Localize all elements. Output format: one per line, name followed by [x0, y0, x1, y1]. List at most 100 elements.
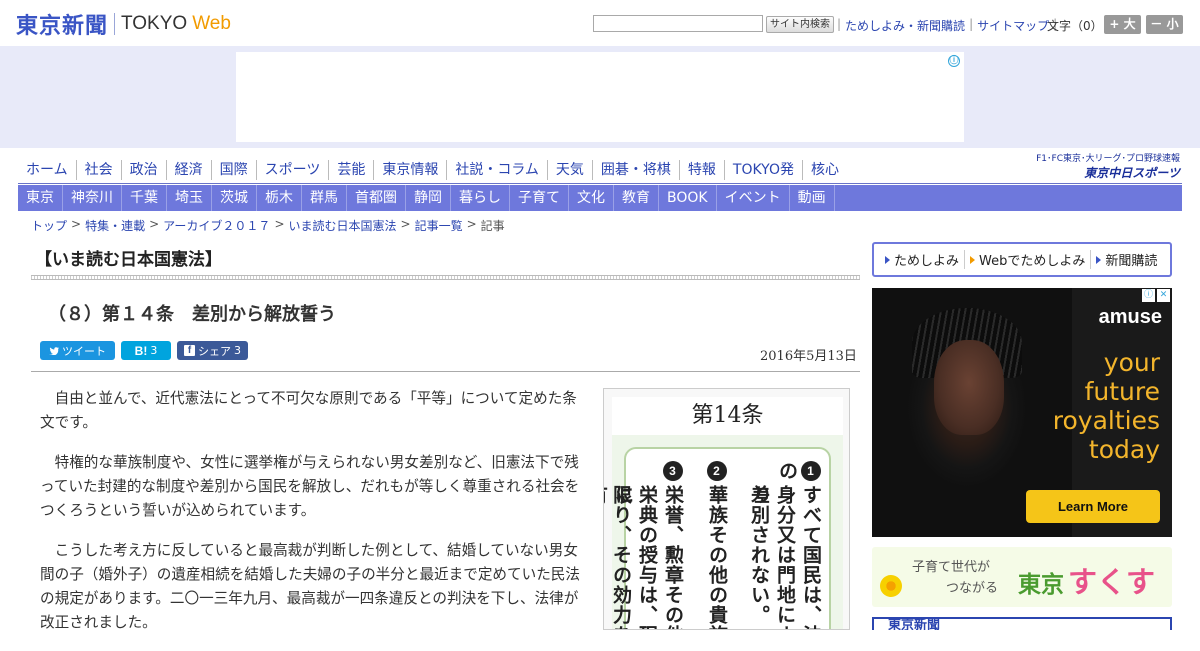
search-input[interactable] — [593, 15, 763, 32]
top-ad-banner[interactable]: ⓘ — [236, 52, 964, 142]
breadcrumb-separator: > — [274, 217, 285, 231]
site-search-button[interactable]: サイト内検索 — [766, 16, 834, 33]
breadcrumb-top[interactable]: トップ — [31, 217, 67, 234]
arrow-right-icon — [970, 255, 976, 264]
chunichi-sports-promo[interactable]: F1･FC東京･大リーグ･プロ野球速報 東京中日スポーツ — [1025, 153, 1180, 181]
share-count: 3 — [234, 344, 241, 357]
trial-reading-link[interactable]: ためしよみ — [880, 250, 964, 269]
sukusuku-tagline-1: 子育て世代が — [912, 560, 991, 575]
article-title: （８）第１４条 差別から解放誓う — [48, 304, 336, 325]
facebook-icon: f — [184, 345, 195, 356]
image-column-3a: 3 栄誉、勲章その他 — [661, 461, 685, 630]
breadcrumb-features[interactable]: 特集・連載 — [85, 217, 145, 234]
ad-close-icon[interactable]: ✕ — [1157, 289, 1170, 302]
article-paragraph: 特権的な華族制度や、女性に選挙権が与えられない男女差別など、旧憲法下で残っていた… — [40, 454, 580, 519]
hatena-bookmark-button[interactable]: B! 3 — [121, 341, 171, 360]
trial-reading-label: ためしよみ — [894, 254, 960, 269]
ad-choices[interactable]: ⓘ ✕ — [1142, 289, 1170, 302]
ad-info-icon[interactable]: ⓘ — [1142, 289, 1155, 302]
gnav-item-tokyo-info[interactable]: 東京情報 — [373, 160, 446, 180]
font-smaller-button[interactable]: － 小 — [1146, 15, 1183, 34]
article-paragraph: 自由と並んで、近代憲法にとって不可欠な原則である「平等」について定めた条文です。 — [40, 390, 577, 431]
gnav-item-home[interactable]: ホーム — [18, 160, 76, 180]
sukusuku-banner[interactable]: 子育て世代が つながる 東京 すくすく — [872, 547, 1172, 607]
web-trial-reading-link[interactable]: Webでためしよみ — [964, 250, 1090, 269]
image-text: 栄誉、勲章その他 — [662, 485, 684, 630]
promo-title: 東京中日スポーツ — [1084, 166, 1180, 180]
arrow-right-icon — [1096, 255, 1102, 264]
breadcrumb-separator: > — [400, 217, 411, 231]
image-clause-badge: 2 — [707, 461, 727, 481]
image-text: 限り、その効力を有 — [604, 485, 632, 629]
subscribe-link[interactable]: 新聞購読 — [1090, 250, 1162, 269]
sidebar-ad[interactable]: ⓘ ✕ amuse your future royalties today Le… — [872, 288, 1172, 537]
tokyo-shimbun-banner[interactable]: 東京新聞 — [872, 617, 1172, 630]
facebook-share-button[interactable]: f シェア 3 — [177, 341, 248, 360]
gnav-item-entertainment[interactable]: 芸能 — [328, 160, 373, 180]
breadcrumb-separator: > — [466, 217, 477, 231]
rnav-item-kanagawa[interactable]: 神奈川 — [63, 185, 122, 211]
article-date: 2016年5月13日 — [760, 349, 857, 364]
rnav-item-ibaraki[interactable]: 茨城 — [212, 185, 257, 211]
rnav-item-parenting[interactable]: 子育て — [510, 185, 569, 211]
regional-nav: 東京 神奈川 千葉 埼玉 茨城 栃木 群馬 首都圏 静岡 暮らし 子育て 文化 … — [18, 185, 1182, 211]
gnav-item-sports[interactable]: スポーツ — [255, 160, 329, 180]
series-title: 【いま読む日本国憲法】 — [35, 250, 222, 270]
rnav-item-shutoken[interactable]: 首都圏 — [347, 185, 406, 211]
gnav-item-economy[interactable]: 経済 — [165, 160, 211, 180]
promo-caption: F1･FC東京･大リーグ･プロ野球速報 — [1036, 154, 1180, 164]
nav-divider — [18, 183, 1182, 184]
sitemap-link[interactable]: サイトマップ — [977, 17, 1049, 34]
gnav-item-core[interactable]: 核心 — [801, 160, 847, 180]
header-links: | ためしよみ・新聞購読 | サイトマップ | — [833, 17, 1061, 34]
breadcrumb: トップ > 特集・連載 > アーカイブ２０１７ > いま読む日本国憲法 > 記事… — [31, 217, 505, 234]
gnav-item-international[interactable]: 国際 — [210, 160, 256, 180]
trial-subscribe-link[interactable]: ためしよみ・新聞購読 — [845, 17, 965, 34]
article-image-inner: 第14条 1すべて国民は、法の 身分又は門地により 差別されない。 2華族その他… — [604, 397, 843, 630]
image-text: 差別されない。 — [748, 485, 770, 625]
share-label: シェア — [198, 344, 231, 358]
rnav-item-chiba[interactable]: 千葉 — [122, 185, 167, 211]
image-text: 華族その他の貴族 — [706, 485, 728, 630]
site-logo[interactable]: 東京新聞 TOKYO Web — [16, 9, 231, 39]
rnav-item-living[interactable]: 暮らし — [451, 185, 510, 211]
subscription-links: ためしよみ Webでためしよみ 新聞購読 — [872, 242, 1172, 277]
article-image[interactable]: 第14条 1すべて国民は、法の 身分又は門地により 差別されない。 2華族その他… — [603, 388, 850, 630]
ad-learn-more-button[interactable]: Learn More — [1026, 490, 1160, 523]
image-column-1c: 差別されない。 — [747, 485, 771, 625]
gnav-item-politics[interactable]: 政治 — [120, 160, 166, 180]
rnav-item-video[interactable]: 動画 — [790, 185, 835, 211]
gnav-item-special-report[interactable]: 特報 — [678, 160, 724, 180]
subscribe-label: 新聞購読 — [1105, 254, 1158, 269]
hatena-count: 3 — [150, 344, 158, 357]
gnav-item-weather[interactable]: 天気 — [546, 160, 592, 180]
ad-photo-face — [934, 340, 1004, 435]
gnav-item-editorial[interactable]: 社説・コラム — [446, 160, 547, 180]
gnav-item-society[interactable]: 社会 — [75, 160, 121, 180]
rnav-item-saitama[interactable]: 埼玉 — [167, 185, 212, 211]
rnav-item-education[interactable]: 教育 — [614, 185, 659, 211]
breadcrumb-separator: > — [149, 217, 160, 231]
rnav-item-gunma[interactable]: 群馬 — [302, 185, 347, 211]
rnav-item-shizuoka[interactable]: 静岡 — [406, 185, 451, 211]
image-title: 第14条 — [612, 397, 843, 435]
breadcrumb-separator: > — [71, 217, 82, 231]
site-header: 東京新聞 TOKYO Web サイト内検索 | ためしよみ・新聞購読 | サイト… — [0, 0, 1200, 46]
rnav-item-event[interactable]: イベント — [717, 185, 790, 211]
breadcrumb-archive[interactable]: アーカイブ２０１７ — [163, 217, 270, 234]
tweet-button[interactable]: ツイート — [40, 341, 115, 360]
breadcrumb-article-list[interactable]: 記事一覧 — [415, 217, 463, 234]
font-larger-button[interactable]: + 大 — [1104, 15, 1141, 34]
sukusuku-tagline-2: つながる — [946, 581, 999, 596]
rnav-item-tokyo[interactable]: 東京 — [18, 185, 63, 211]
gnav-item-tokyo-hatsu[interactable]: TOKYO発 — [723, 160, 802, 180]
image-clause-badge: 1 — [801, 461, 821, 481]
rnav-item-tochigi[interactable]: 栃木 — [257, 185, 302, 211]
rnav-item-book[interactable]: BOOK — [659, 185, 717, 211]
gnav-item-go-shogi[interactable]: 囲碁・将棋 — [591, 160, 679, 180]
rnav-item-culture[interactable]: 文化 — [569, 185, 614, 211]
breadcrumb-series[interactable]: いま読む日本国憲法 — [289, 217, 397, 234]
ad-info-icon[interactable]: ⓘ — [948, 55, 960, 67]
image-column-2: 2 華族その他の貴族 — [705, 461, 729, 630]
top-ad-band: ⓘ — [0, 46, 1200, 148]
